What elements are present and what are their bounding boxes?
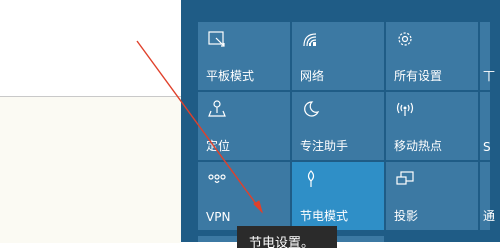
tile-label: 通 [483,209,496,223]
mobile-hotspot-icon [396,102,414,116]
tile-network[interactable]: 网络 [292,22,384,90]
tile-mobile-hotspot[interactable]: 移动热点 [386,92,478,160]
tile-label: 投影 [394,209,419,223]
tablet-mode-icon [208,31,225,47]
tile-label: 定位 [206,139,231,153]
tooltip: 节电设置。 [237,226,337,248]
tile-all-settings[interactable]: 所有设置 [386,22,478,90]
battery-saver-icon [307,170,315,187]
tile-vpn[interactable]: VPN [198,162,290,230]
tile-label: 网络 [300,69,325,83]
tile-partial[interactable]: S [480,92,491,160]
network-icon [303,33,317,47]
settings-gear-icon [398,32,412,46]
action-center-panel: 平板模式 网络 所有设置 丅 定位 专注助手 移动热点 S VPN 节电模式 投… [181,0,500,242]
vpn-icon [208,174,226,184]
tile-partial[interactable]: 通 [480,162,495,230]
tile-label: 节电模式 [300,209,349,223]
tile-label: VPN [206,210,231,224]
tile-battery-saver[interactable]: 节电模式 [292,162,384,230]
tile-label: 丅 [483,69,496,83]
location-icon [208,100,226,117]
tile-location[interactable]: 定位 [198,92,290,160]
tile-label: 所有设置 [394,69,443,83]
tile-partial[interactable]: 丅 [480,22,495,90]
tile-project[interactable]: 投影 [386,162,478,230]
project-icon [396,171,414,185]
tile-focus-assist[interactable]: 专注助手 [292,92,384,160]
tile-label: 专注助手 [300,139,349,153]
tile-label: S [483,140,491,154]
tile-tablet-mode[interactable]: 平板模式 [198,22,290,90]
tile-label: 移动热点 [394,139,443,153]
background-window-top [0,0,181,96]
background-window-bottom [0,96,181,243]
tile-label: 平板模式 [206,69,255,83]
focus-assist-moon-icon [304,101,320,117]
